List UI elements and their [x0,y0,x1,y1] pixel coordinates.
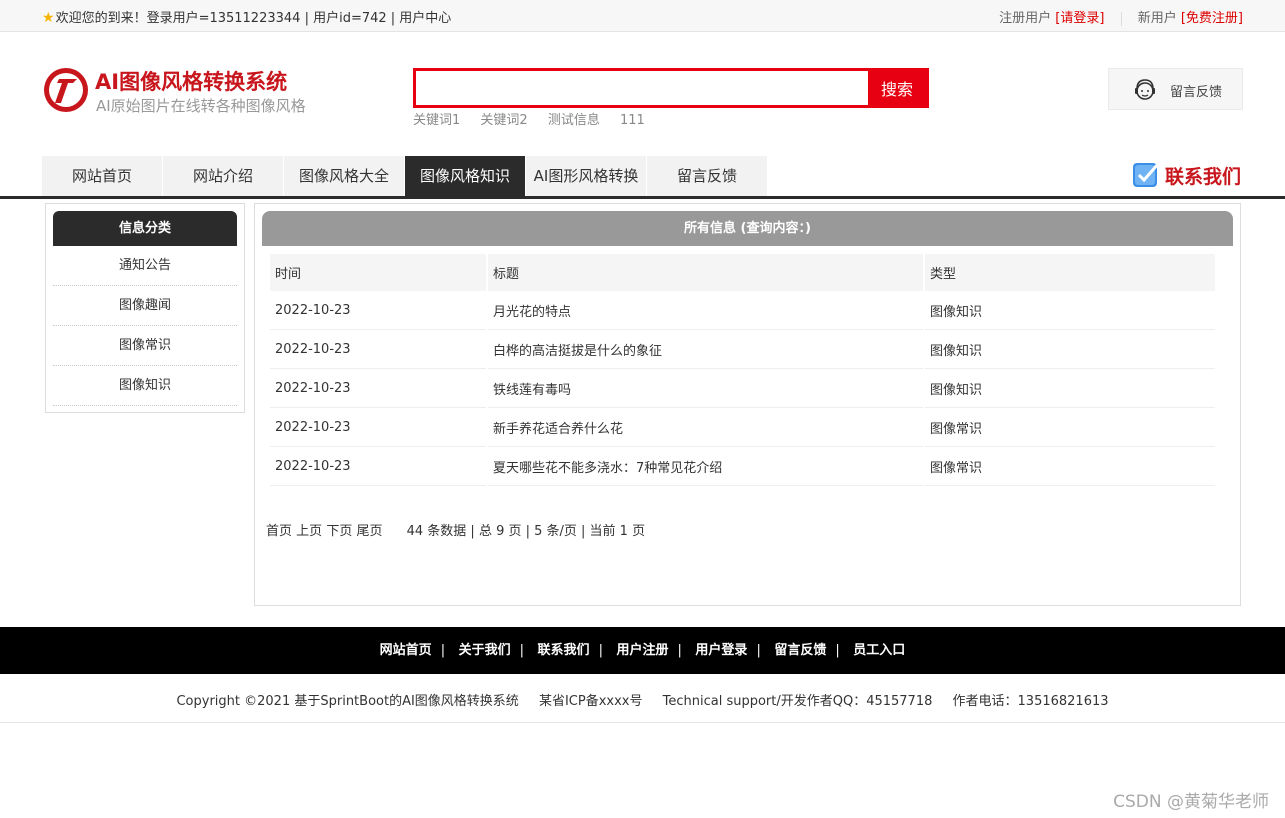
row-type: 图像知识 [925,369,1215,408]
footer-divider: | [677,643,682,658]
nav-item-knowledge[interactable]: 图像风格知识 [405,156,526,196]
row-date: 2022-10-23 [270,291,486,330]
table-row[interactable]: 2022-10-23 月光花的特点 图像知识 [270,291,1215,330]
pagination: 首页 上页 下页 尾页 44 条数据 | 总 9 页 | 5 条/页 | 当前 … [266,520,645,539]
prev-page-link[interactable]: 上页 [296,524,322,539]
row-title[interactable]: 白桦的高洁挺拔是什么的象征 [488,330,923,369]
footer-divider: | [835,643,840,658]
nav-item-ai-convert[interactable]: AI图形风格转换 [526,156,647,196]
info-panel: 所有信息 (查询内容：) 时间 标题 类型 2022-10-23 月光花的特点 … [254,203,1241,606]
nav-underline [0,196,1285,199]
signup-link[interactable]: [免费注册] [1181,11,1243,26]
footer-link-staff[interactable]: 员工入口 [853,643,905,658]
row-type: 图像知识 [925,330,1215,369]
sidebar-item-common-sense[interactable]: 图像常识 [53,326,237,366]
main-nav: 网站首页 网站介绍 图像风格大全 图像风格知识 AI图形风格转换 留言反馈 [42,156,768,196]
last-page-link[interactable]: 尾页 [356,524,382,539]
logo-icon[interactable] [42,66,90,114]
hot-keyword[interactable]: 测试信息 [548,113,600,128]
footer-nav: 网站首页 | 关于我们 | 联系我们 | 用户注册 | 用户登录 | 留言反馈 | 员工入口 [0,627,1285,674]
row-title[interactable]: 月光花的特点 [488,291,923,330]
welcome-text[interactable]: 欢迎您的到来！登录用户=13511223344 | 用户id=742 | 用户中… [56,11,452,26]
icp-number: 某省ICP备xxxx号 [538,694,643,709]
footer-link-feedback[interactable]: 留言反馈 [774,643,826,658]
table-row[interactable]: 2022-10-23 铁线莲有毒吗 图像知识 [270,369,1215,408]
sidebar-title: 信息分类 [53,211,237,246]
tech-support: Technical support/开发作者QQ：45157718 [662,694,933,709]
row-date: 2022-10-23 [270,330,486,369]
watermark: CSDN @黄菊华老师 [1113,792,1269,812]
copyright-text: Copyright ©2021 基于SprintBoot的AI图像风格转换系统 [176,694,519,709]
sidebar-item-trivia[interactable]: 图像趣闻 [53,286,237,326]
row-title[interactable]: 新手养花适合养什么花 [488,408,923,447]
footer-link-about[interactable]: 关于我们 [459,643,511,658]
contact-us-label: 联系我们 [1165,166,1242,188]
table-row[interactable]: 2022-10-23 新手养花适合养什么花 图像常识 [270,408,1215,447]
first-page-link[interactable]: 首页 [266,524,292,539]
row-title[interactable]: 铁线莲有毒吗 [488,369,923,408]
footer-link-home[interactable]: 网站首页 [380,643,432,658]
row-date: 2022-10-23 [270,408,486,447]
nav-item-home[interactable]: 网站首页 [42,156,163,196]
row-date: 2022-10-23 [270,369,486,408]
welcome-message: ★欢迎您的到来！登录用户=13511223344 | 用户id=742 | 用户… [42,7,451,26]
hot-keyword[interactable]: 关键词2 [480,113,527,128]
sidebar-item-notice[interactable]: 通知公告 [53,246,237,286]
hot-keyword[interactable]: 111 [620,113,645,128]
headset-user-icon [1135,79,1155,100]
footer-divider: | [440,643,446,658]
row-title[interactable]: 夏天哪些花不能多浇水：7种常见花介绍 [488,447,923,486]
column-header-date: 时间 [270,254,486,291]
table-row[interactable]: 2022-10-23 夏天哪些花不能多浇水：7种常见花介绍 图像常识 [270,447,1215,486]
hot-keywords: 关键词1 关键词2 测试信息 111 [413,109,661,128]
category-sidebar: 信息分类 通知公告 图像趣闻 图像常识 图像知识 [45,203,245,413]
category-list: 通知公告 图像趣闻 图像常识 图像知识 [53,246,237,406]
row-type: 图像常识 [925,408,1215,447]
new-user-label: 新用户 [1137,11,1177,26]
search-button[interactable]: 搜索 [868,71,926,105]
footer-link-register[interactable]: 用户注册 [616,643,668,658]
column-header-type: 类型 [925,254,1215,291]
table-header-row: 时间 标题 类型 [270,254,1215,291]
table-row[interactable]: 2022-10-23 白桦的高洁挺拔是什么的象征 图像知识 [270,330,1215,369]
feedback-label: 留言反馈 [1170,85,1223,100]
registered-user-label: 注册用户 [999,11,1052,26]
nav-item-feedback[interactable]: 留言反馈 [647,156,768,196]
next-page-link[interactable]: 下页 [326,524,352,539]
footer-divider: | [519,643,525,658]
copyright-bar: Copyright ©2021 基于SprintBoot的AI图像风格转换系统 … [0,690,1285,709]
login-link[interactable]: [请登录] [1055,11,1104,26]
footer-divider: | [756,643,761,658]
row-type: 图像知识 [925,291,1215,330]
pagination-info: 44 条数据 | 总 9 页 | 5 条/页 | 当前 1 页 [406,524,646,539]
footer-divider: | [598,643,603,658]
info-panel-title: 所有信息 (查询内容：) [262,211,1233,246]
site-subtitle: AI原始图片在线转各种图像风格 [96,97,306,115]
hot-keyword[interactable]: 关键词1 [413,113,460,128]
footer-divider-line [0,722,1285,723]
footer-link-login[interactable]: 用户登录 [695,643,747,658]
info-table: 时间 标题 类型 2022-10-23 月光花的特点 图像知识 2022-10-… [268,254,1217,486]
search-box: 搜索 [413,68,929,108]
feedback-button[interactable]: 留言反馈 [1108,68,1243,110]
edit-check-icon [1133,163,1160,187]
sidebar-item-knowledge[interactable]: 图像知识 [53,366,237,406]
row-date: 2022-10-23 [270,447,486,486]
nav-item-styles[interactable]: 图像风格大全 [284,156,405,196]
nav-item-intro[interactable]: 网站介绍 [163,156,284,196]
divider [1120,11,1122,26]
account-links: 注册用户 [请登录] 新用户 [免费注册] [999,7,1243,26]
search-input[interactable] [416,71,868,105]
site-title[interactable]: AI图像风格转换系统 [95,66,287,96]
column-header-title: 标题 [488,254,923,291]
star-icon: ★ [42,10,55,26]
row-type: 图像常识 [925,447,1215,486]
footer-link-contact[interactable]: 联系我们 [538,643,590,658]
top-bar: ★欢迎您的到来！登录用户=13511223344 | 用户id=742 | 用户… [0,0,1285,32]
author-phone: 作者电话：13516821613 [952,694,1109,709]
